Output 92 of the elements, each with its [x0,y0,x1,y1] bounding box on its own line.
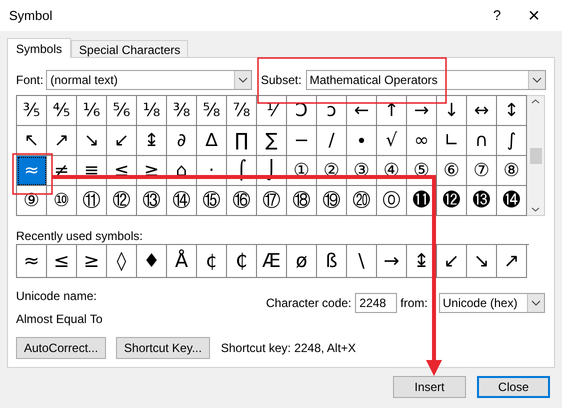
font-label: Font: [16,72,44,89]
dialog-button[interactable]: AutoCorrect... [16,337,106,359]
symbol-cell[interactable]: − [287,126,317,156]
scroll-down-icon[interactable] [531,207,540,212]
symbol-cell[interactable]: ⅘ [47,96,77,126]
close-dialog-button[interactable]: Close [477,376,550,398]
symbol-cell[interactable]: ∆ [197,126,227,156]
symbol-cell[interactable]: ⑩ [47,186,77,216]
symbol-cell[interactable]: ∏ [227,126,257,156]
unicode-name-value: Almost Equal To [16,311,104,328]
symbol-cell[interactable]: ∟ [437,126,467,156]
tab[interactable]: Special Characters [71,40,188,57]
symbol-cell[interactable]: ↙ [107,126,137,156]
symbol-cell[interactable]: ⓭ [467,186,497,216]
symbol-cell[interactable]: ∫ [497,126,527,156]
scroll-thumb[interactable] [530,148,542,164]
symbol-cell[interactable]: ∂ [167,126,197,156]
symbol-cell[interactable]: ∩ [467,126,497,156]
recent-symbol-cell[interactable]: Å [167,245,197,278]
symbol-cell[interactable]: ⓪ [377,186,407,216]
symbol-cell[interactable]: ↄ [317,96,347,126]
symbol-cell[interactable]: ← [347,96,377,126]
recent-symbol-cell[interactable]: ◊ [107,245,137,278]
window-title: Symbol [9,6,54,25]
symbol-cell[interactable]: ⓬ [437,186,467,216]
recent-symbol-cell[interactable]: Æ [257,245,287,278]
symbol-cell[interactable]: ∞ [407,126,437,156]
font-dropdown[interactable]: (normal text) [46,70,252,90]
recent-symbol-cell[interactable]: ø [287,245,317,278]
recent-symbol-cell[interactable]: ß [317,245,347,278]
symbol-cell[interactable]: ∑ [257,126,287,156]
symbol-cell[interactable]: ⑪ [77,186,107,216]
symbol-cell[interactable]: ⅛ [137,96,167,126]
symbol-cell[interactable]: ⑭ [167,186,197,216]
symbol-cell[interactable]: ⅙ [77,96,107,126]
symbol-cell[interactable]: ↨ [137,126,167,156]
symbol-cell[interactable]: ⅗ [17,96,47,126]
recent-symbol-cell[interactable]: ≥ [77,245,107,278]
recent-symbol-cell[interactable]: \ [347,245,377,278]
symbol-cell[interactable]: ⅞ [227,96,257,126]
recent-symbol-cell[interactable]: → [377,245,407,278]
close-button[interactable]: × [512,0,556,30]
symbol-cell[interactable]: ⑫ [107,186,137,216]
recent-symbol-cell[interactable]: ≈ [17,245,47,278]
unicode-name-label: Unicode name: [16,288,98,305]
shortcut-key-text: Shortcut key: 2248, Alt+X [220,340,356,357]
symbol-cell[interactable]: ⑯ [227,186,257,216]
symbol-cell[interactable]: ⑮ [197,186,227,216]
symbol-cell[interactable]: ∙ [347,126,377,156]
recent-symbol-cell[interactable]: ↙ [437,245,467,278]
symbol-cell[interactable]: ⑧ [497,156,527,186]
symbol-cell[interactable]: ↑ [377,96,407,126]
recent-symbol-cell[interactable]: ≤ [47,245,77,278]
symbol-cell[interactable]: ↖ [17,126,47,156]
recent-symbol-cell[interactable]: ♦ [137,245,167,278]
from-label: from: [400,295,428,312]
symbol-cell[interactable]: ⅚ [107,96,137,126]
insert-button[interactable]: Insert [393,376,466,398]
recent-symbol-cell[interactable]: ₵ [227,245,257,278]
symbol-cell[interactable]: ↕ [497,96,527,126]
symbol-cell[interactable]: ∕ [317,126,347,156]
character-code-field[interactable]: 2248 [355,293,398,313]
symbol-cell[interactable]: ⑬ [137,186,167,216]
symbol-cell[interactable]: ⅜ [167,96,197,126]
symbol-cell[interactable]: ≈ [17,156,47,186]
symbol-cell[interactable]: ⑥ [437,156,467,186]
scrollbar[interactable] [527,95,545,216]
symbol-cell[interactable]: → [407,96,437,126]
symbol-cell[interactable]: ⓮ [497,186,527,216]
symbol-cell[interactable]: ⑰ [257,186,287,216]
symbol-cell[interactable]: ⑱ [287,186,317,216]
recent-symbol-cell[interactable]: ↗ [497,245,527,278]
tab[interactable]: Symbols [7,38,72,58]
subset-dropdown[interactable]: Mathematical Operators [306,70,546,90]
symbol-cell[interactable]: ⑦ [467,156,497,186]
dialog-button[interactable]: Shortcut Key... [116,337,210,359]
recent-symbols-label: Recently used symbols: [16,228,144,242]
character-code-label: Character code: [266,295,352,312]
symbol-cell[interactable]: ⑲ [317,186,347,216]
recent-symbol-cell[interactable]: ↘ [467,245,497,278]
help-button[interactable]: ? [482,5,512,26]
from-dropdown[interactable]: Unicode (hex) [438,293,545,313]
symbol-cell[interactable]: ↔ [467,96,497,126]
symbol-cell[interactable]: ⅝ [197,96,227,126]
subset-label: Subset: [260,72,302,89]
symbol-cell[interactable]: ↘ [77,126,107,156]
symbol-cell[interactable]: ↗ [47,126,77,156]
recent-symbol-cell[interactable]: ¢ [197,245,227,278]
symbol-cell[interactable]: ⑳ [347,186,377,216]
symbol-cell[interactable]: ↓ [437,96,467,126]
symbol-cell[interactable]: √ [377,126,407,156]
scroll-up-icon[interactable] [531,99,540,104]
